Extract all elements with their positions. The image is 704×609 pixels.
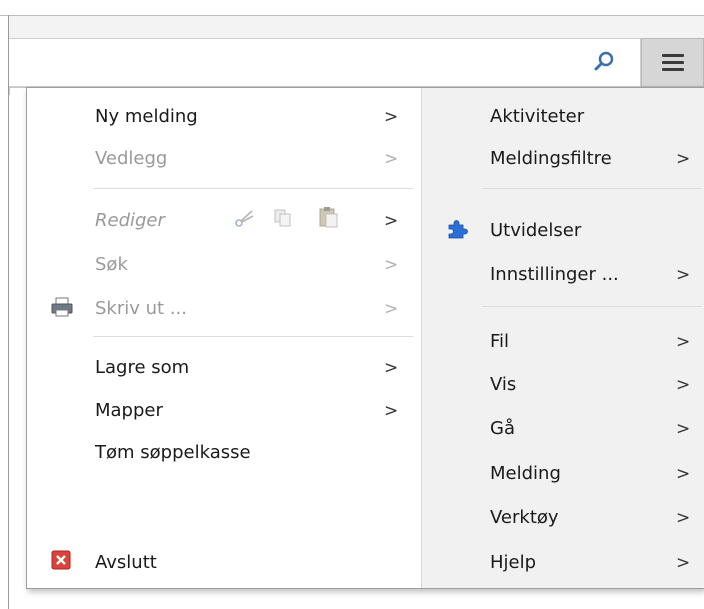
printer-icon bbox=[51, 297, 73, 317]
menu-item-label: Utvidelser bbox=[490, 220, 582, 241]
submenu-arrow-icon: > bbox=[676, 149, 691, 169]
menu-item-label: Skriv ut ... bbox=[95, 298, 187, 319]
menu-item-label: Rediger bbox=[95, 210, 165, 231]
submenu-arrow-icon: > bbox=[676, 375, 691, 395]
submenu-arrow-icon: > bbox=[384, 299, 399, 319]
quit-icon bbox=[51, 550, 71, 570]
menu-item-label: Vis bbox=[490, 374, 517, 395]
paste-icon[interactable] bbox=[317, 205, 339, 229]
submenu-arrow-icon: > bbox=[676, 265, 691, 285]
submenu-arrow-icon: > bbox=[676, 464, 691, 484]
submenu-arrow-icon: > bbox=[384, 149, 399, 169]
menu-separator bbox=[93, 336, 413, 337]
submenu-arrow-icon: > bbox=[384, 255, 399, 275]
menu-item-label: Avslutt bbox=[95, 552, 157, 573]
menu-right-pane: Aktiviteter Meldingsfiltre > Utvidelser … bbox=[421, 88, 704, 588]
menu-item-label: Aktiviteter bbox=[490, 106, 585, 127]
submenu-arrow-icon: > bbox=[384, 358, 399, 378]
menu-item-label: Lagre som bbox=[95, 357, 190, 378]
menu-item-label: Ny melding bbox=[95, 106, 198, 127]
menu-item-label: Fil bbox=[490, 331, 510, 352]
submenu-arrow-icon: > bbox=[384, 107, 399, 127]
menu-item-label: Mapper bbox=[95, 400, 163, 421]
window-left-border bbox=[8, 15, 9, 609]
copy-icon[interactable] bbox=[272, 207, 294, 229]
submenu-arrow-icon: > bbox=[676, 553, 691, 573]
menu-item-label: Meldingsfiltre bbox=[490, 148, 612, 169]
search-icon[interactable] bbox=[590, 48, 618, 76]
puzzle-piece-icon bbox=[448, 220, 468, 239]
app-menu-button[interactable] bbox=[641, 38, 704, 87]
tab-strip bbox=[9, 16, 704, 38]
cut-icon[interactable] bbox=[234, 207, 256, 229]
menu-separator bbox=[482, 188, 702, 189]
menu-item-label: Søk bbox=[95, 254, 128, 275]
menu-separator bbox=[93, 188, 413, 189]
submenu-arrow-icon: > bbox=[384, 401, 399, 421]
submenu-arrow-icon: > bbox=[676, 419, 691, 439]
menu-item-label: Innstillinger ... bbox=[490, 264, 619, 285]
menu-item-label: Hjelp bbox=[490, 552, 537, 573]
submenu-arrow-icon: > bbox=[384, 211, 399, 231]
menu-item-label: Tøm søppelkasse bbox=[95, 442, 251, 463]
menu-item-label: Verktøy bbox=[490, 507, 559, 528]
menu-left-pane: Ny melding > Vedlegg > Rediger > Søk > S… bbox=[27, 88, 421, 588]
search-bar[interactable] bbox=[9, 38, 641, 87]
submenu-arrow-icon: > bbox=[676, 332, 691, 352]
menu-item-label: Vedlegg bbox=[95, 148, 168, 169]
app-menu-popup: Ny melding > Vedlegg > Rediger > Søk > S… bbox=[26, 87, 704, 589]
panel-edge bbox=[9, 87, 27, 88]
panel-edge bbox=[9, 87, 10, 95]
hamburger-menu-icon bbox=[661, 54, 684, 71]
menu-item-label: Melding bbox=[490, 463, 561, 484]
menu-item-label: Gå bbox=[490, 418, 515, 439]
submenu-arrow-icon: > bbox=[676, 508, 691, 528]
menu-separator bbox=[482, 306, 702, 307]
